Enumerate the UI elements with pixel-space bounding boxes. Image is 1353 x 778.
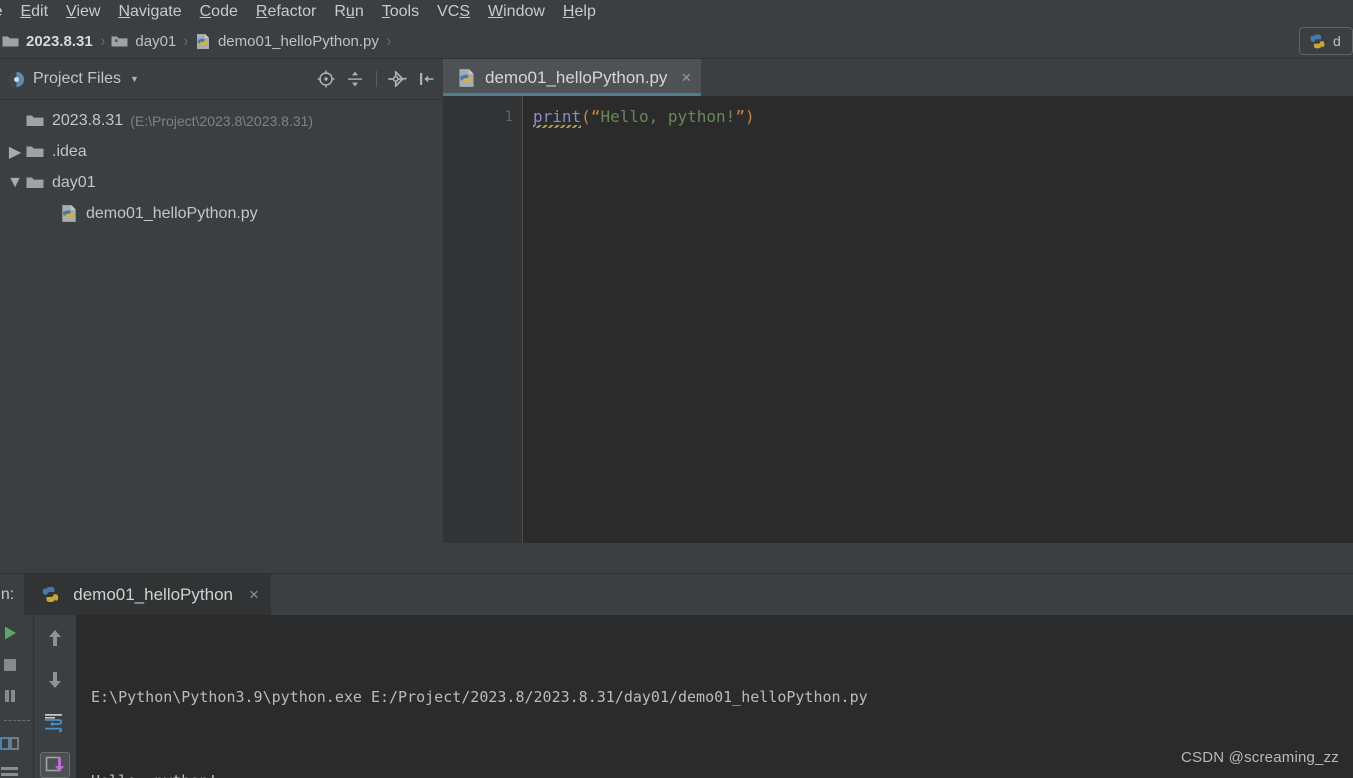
breadcrumb: 2023.8.31 › day01 › demo01_helloPython.p… <box>0 31 398 51</box>
project-panel-toolbar <box>316 69 437 89</box>
tree-arrow-collapsed-icon[interactable]: ▶ <box>4 142 26 162</box>
run-panel-body: E:\Python\Python3.9\python.exe E:/Projec… <box>0 615 1353 778</box>
up-arrow-icon[interactable] <box>40 625 70 651</box>
code-line-1: print(“Hello, python!”) <box>533 106 1353 128</box>
project-panel-header: Project Files ▼ <box>0 59 443 100</box>
code-token-close-quote: ” <box>735 107 745 126</box>
code-token-open-paren: ( <box>581 107 591 126</box>
run-panel-mid-toolbar <box>33 615 76 778</box>
folder-icon <box>26 175 44 190</box>
main-content: Project Files ▼ 2023.8.31 (E:\Project\20… <box>0 59 1353 573</box>
run-panel-label: un: <box>0 585 15 603</box>
tree-label: demo01_helloPython.py <box>86 204 258 222</box>
tree-arrow-expanded-icon[interactable]: ▼ <box>4 174 26 192</box>
tree-path-label: (E:\Project\2023.8\2023.8.31) <box>130 112 314 129</box>
source-folder-icon <box>111 34 128 48</box>
tree-row-project-root[interactable]: ▶ 2023.8.31 (E:\Project\2023.8\2023.8.31… <box>0 105 443 136</box>
navigation-bar: 2023.8.31 › day01 › demo01_helloPython.p… <box>0 24 1353 59</box>
toolbar-separator <box>3 720 30 722</box>
menu-item-run[interactable]: Run <box>325 0 372 24</box>
menu-item-edit[interactable]: Edit <box>11 0 57 24</box>
chevron-down-icon[interactable]: ▼ <box>130 74 139 84</box>
console-line: Hello, python! <box>91 767 1353 778</box>
breadcrumb-label: 2023.8.31 <box>26 32 93 50</box>
pycharm-window: le Edit View Navigate Code Refactor Run … <box>0 0 1353 778</box>
run-icon[interactable] <box>0 623 25 643</box>
pause-icon[interactable] <box>0 687 25 705</box>
python-file-icon <box>195 33 211 50</box>
breadcrumb-separator: › <box>386 31 391 50</box>
project-files-panel: Project Files ▼ 2023.8.31 (E:\Project\20… <box>0 59 443 573</box>
menu-item-window[interactable]: Window <box>479 0 554 24</box>
run-tab-demo01[interactable]: demo01_helloPython × <box>24 574 271 615</box>
editor-tab-label: demo01_helloPython.py <box>485 67 668 87</box>
code-content[interactable]: print(“Hello, python!”) <box>523 96 1353 543</box>
python-file-icon <box>457 68 476 88</box>
menu-item-file[interactable]: le <box>0 0 11 24</box>
menu-item-code[interactable]: Code <box>191 0 247 24</box>
code-token-string: Hello, python! <box>600 107 736 126</box>
breadcrumb-item-file[interactable]: demo01_helloPython.py <box>195 33 379 50</box>
folder-icon <box>26 113 44 128</box>
menu-item-vcs[interactable]: VCS <box>428 0 479 24</box>
console-line: E:\Python\Python3.9\python.exe E:/Projec… <box>91 688 868 706</box>
menu-bar: le Edit View Navigate Code Refactor Run … <box>0 0 1353 24</box>
breadcrumb-label: day01 <box>135 32 177 50</box>
editor-tab-strip: demo01_helloPython.py × <box>443 59 1353 96</box>
collapse-all-icon[interactable] <box>345 69 365 89</box>
tree-row-idea[interactable]: ▶ .idea <box>0 136 443 167</box>
toolbar-separator <box>376 71 377 87</box>
python-icon <box>40 584 61 605</box>
python-icon <box>1308 32 1327 51</box>
menu-item-refactor[interactable]: Refactor <box>247 0 325 24</box>
stop-icon[interactable] <box>0 656 25 674</box>
breadcrumb-item-project[interactable]: 2023.8.31 <box>2 33 93 50</box>
settings-gear-icon[interactable] <box>388 69 408 89</box>
close-icon[interactable]: × <box>681 69 691 86</box>
tree-label: 2023.8.31 <box>52 111 124 129</box>
python-file-icon <box>60 204 78 223</box>
tree-row-day01[interactable]: ▼ day01 <box>0 167 443 198</box>
console-output[interactable]: E:\Python\Python3.9\python.exe E:/Projec… <box>76 615 1353 778</box>
tree-row-python-file[interactable]: demo01_helloPython.py <box>0 198 443 229</box>
project-panel-title: Project Files <box>33 70 122 87</box>
menu-item-tools[interactable]: Tools <box>373 0 428 24</box>
editor-area: demo01_helloPython.py × 1 print(“Hello, … <box>443 59 1353 573</box>
scroll-to-end-icon[interactable] <box>40 751 70 778</box>
project-tree: ▶ 2023.8.31 (E:\Project\2023.8\2023.8.31… <box>0 100 443 573</box>
tree-label: .idea <box>52 142 87 160</box>
editor-bottom-strip <box>443 543 1353 573</box>
breadcrumb-separator: › <box>100 31 105 50</box>
editor-gutter: 1 <box>443 96 523 543</box>
breadcrumb-item-folder[interactable]: day01 <box>111 33 176 50</box>
tree-label: day01 <box>52 173 96 191</box>
select-opened-file-icon[interactable] <box>316 69 336 89</box>
menu-item-navigate[interactable]: Navigate <box>109 0 190 24</box>
soft-wrap-icon[interactable] <box>40 709 70 735</box>
breadcrumb-label: demo01_helloPython.py <box>217 32 379 50</box>
code-token-function: print <box>533 107 582 128</box>
layout-icon[interactable] <box>0 736 25 752</box>
code-token-close-paren: ) <box>744 107 755 126</box>
editor-tab-demo01[interactable]: demo01_helloPython.py × <box>443 59 702 96</box>
run-configuration-label: d <box>1333 33 1341 49</box>
down-arrow-icon[interactable] <box>40 667 70 693</box>
project-icon <box>7 70 26 89</box>
run-panel-left-toolbar <box>0 615 33 778</box>
folder-icon <box>26 144 44 159</box>
folder-icon <box>2 34 19 48</box>
code-editor[interactable]: 1 print(“Hello, python!”) <box>443 96 1353 543</box>
breadcrumb-separator: › <box>183 31 189 50</box>
settings-icon[interactable] <box>0 765 25 778</box>
run-panel-header: un: demo01_helloPython × <box>0 574 1353 615</box>
close-icon[interactable]: × <box>249 586 259 603</box>
line-number: 1 <box>504 109 513 125</box>
run-tool-window: un: demo01_helloPython × <box>0 573 1353 778</box>
run-tab-label: demo01_helloPython <box>73 584 233 604</box>
code-token-open-quote: “ <box>590 107 601 126</box>
menu-item-view[interactable]: View <box>57 0 109 24</box>
menu-item-help[interactable]: Help <box>554 0 605 24</box>
hide-panel-icon[interactable] <box>417 69 437 89</box>
run-configuration-selector[interactable]: d <box>1299 27 1353 55</box>
